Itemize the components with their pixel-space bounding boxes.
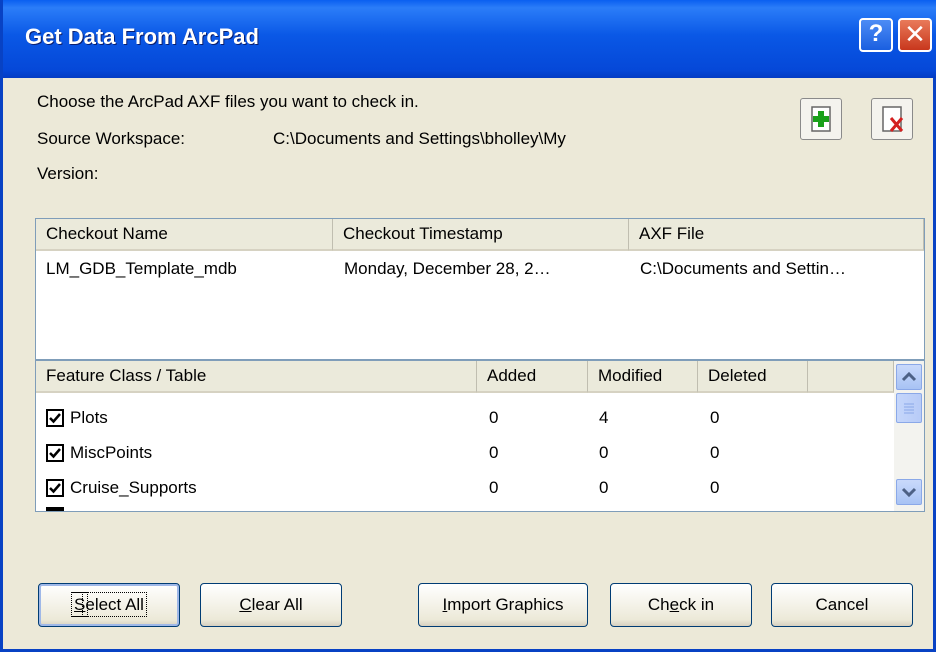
- add-file-icon: [811, 106, 831, 132]
- feature-name: Plots: [70, 408, 108, 427]
- modified-count: 0: [599, 478, 609, 497]
- axf-file-cell: C:\Documents and Settin…: [640, 259, 846, 278]
- header-axf-file[interactable]: AXF File: [629, 219, 924, 251]
- feature-checkbox[interactable]: [46, 444, 64, 462]
- feature-name: MiscPoints: [70, 443, 153, 462]
- feature-name: Cruise_Supports: [70, 478, 197, 497]
- remove-file-icon: [882, 106, 904, 132]
- dialog-window: Get Data From ArcPad ? ✕ Choose the ArcP…: [0, 0, 936, 652]
- vertical-scrollbar[interactable]: [894, 361, 924, 511]
- select-all-label: elect All: [82, 592, 147, 617]
- header-modified[interactable]: Modified: [588, 361, 698, 393]
- select-all-mnemonic: S: [70, 592, 89, 617]
- added-count: 0: [489, 478, 499, 497]
- scroll-thumb[interactable]: [896, 393, 922, 423]
- add-file-button[interactable]: [800, 98, 842, 140]
- clear-all-mnemonic: C: [239, 595, 252, 614]
- version-label: Version:: [37, 164, 99, 183]
- deleted-count: 0: [710, 443, 720, 462]
- check-in-label: ck in: [679, 595, 715, 614]
- help-button[interactable]: ?: [859, 18, 893, 52]
- chevron-up-icon: [901, 371, 917, 382]
- header-checkout-name[interactable]: Checkout Name: [36, 219, 333, 251]
- cancel-button[interactable]: Cancel: [771, 583, 913, 627]
- partial-row-checkbox: [46, 507, 64, 511]
- feature-class-list[interactable]: Feature Class / Table Added Modified Del…: [35, 360, 925, 512]
- check-in-label-pre: Ch: [647, 595, 670, 614]
- header-checkout-timestamp[interactable]: Checkout Timestamp: [333, 219, 629, 251]
- header-filler: [808, 361, 894, 393]
- close-button[interactable]: ✕: [898, 18, 932, 52]
- added-count: 0: [489, 443, 499, 462]
- header-feature-class[interactable]: Feature Class / Table: [36, 361, 477, 393]
- title-bar[interactable]: Get Data From ArcPad ? ✕: [3, 0, 936, 78]
- import-graphics-label: mport Graphics: [447, 595, 564, 614]
- checkout-timestamp-cell: Monday, December 28, 2…: [344, 259, 551, 278]
- scroll-down-button[interactable]: [896, 479, 922, 505]
- checkmark-icon: [49, 448, 61, 459]
- checkout-name-cell: LM_GDB_Template_mdb: [46, 259, 237, 278]
- feature-checkbox[interactable]: [46, 409, 64, 427]
- import-graphics-button[interactable]: Import Graphics: [418, 583, 588, 627]
- check-in-mnemonic: e: [669, 595, 680, 614]
- chevron-down-icon: [901, 487, 917, 498]
- select-all-button[interactable]: Select All: [38, 583, 180, 627]
- deleted-count: 0: [710, 408, 720, 427]
- clear-all-label: lear All: [251, 595, 303, 614]
- header-deleted[interactable]: Deleted: [698, 361, 808, 393]
- feature-checkbox[interactable]: [46, 479, 64, 497]
- grip-icon: [904, 403, 914, 414]
- remove-file-button[interactable]: [871, 98, 913, 140]
- deleted-count: 0: [710, 478, 720, 497]
- instruction-text: Choose the ArcPad AXF files you want to …: [37, 92, 419, 111]
- header-added[interactable]: Added: [477, 361, 588, 393]
- checkout-list[interactable]: Checkout Name Checkout Timestamp AXF Fil…: [35, 218, 925, 360]
- check-in-button[interactable]: Check in: [610, 583, 752, 627]
- modified-count: 4: [599, 408, 609, 427]
- source-workspace-label: Source Workspace:: [37, 129, 186, 148]
- window-title: Get Data From ArcPad: [25, 24, 259, 49]
- modified-count: 0: [599, 443, 609, 462]
- checkmark-icon: [49, 413, 61, 424]
- source-workspace-value: C:\Documents and Settings\bholley\My: [273, 129, 566, 148]
- clear-all-button[interactable]: Clear All: [200, 583, 342, 627]
- added-count: 0: [489, 408, 499, 427]
- checkmark-icon: [49, 483, 61, 494]
- scroll-up-button[interactable]: [896, 364, 922, 390]
